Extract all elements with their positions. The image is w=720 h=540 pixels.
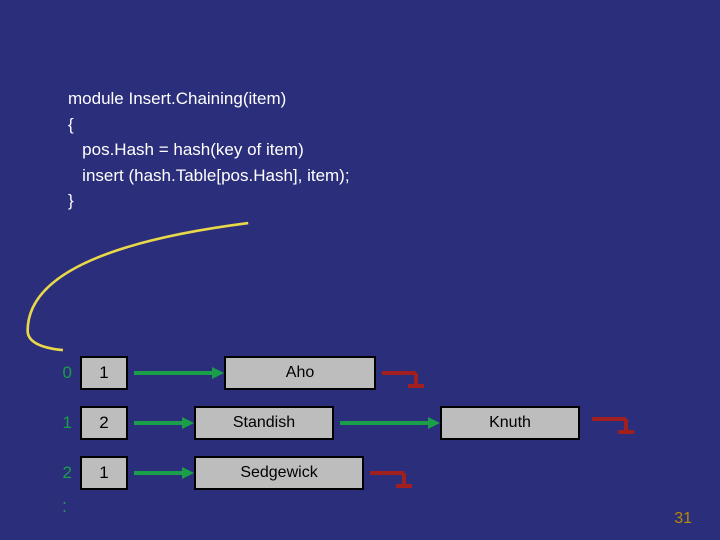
table-row: 0 1 Aho bbox=[52, 352, 586, 394]
null-pointer-icon bbox=[370, 456, 420, 490]
page-number: 31 bbox=[674, 510, 692, 528]
hash-table-diagram: 0 1 Aho 1 2 Standish Knuth bbox=[52, 352, 586, 502]
code-block: module Insert.Chaining(item) { pos.Hash … bbox=[68, 86, 350, 214]
table-row: 2 1 Sedgewick bbox=[52, 452, 586, 494]
null-pointer-icon bbox=[592, 402, 642, 436]
code-line: { bbox=[68, 112, 350, 138]
arrow-icon bbox=[340, 406, 440, 440]
row-index: 1 bbox=[52, 413, 72, 433]
name-cell: Standish bbox=[194, 406, 334, 440]
count-cell: 2 bbox=[80, 406, 128, 440]
code-line: module Insert.Chaining(item) bbox=[68, 86, 350, 112]
name-cell: Sedgewick bbox=[194, 456, 364, 490]
code-line: } bbox=[68, 188, 350, 214]
code-line: insert (hash.Table[pos.Hash], item); bbox=[68, 163, 350, 189]
table-row: 1 2 Standish Knuth bbox=[52, 402, 586, 444]
arrow-icon bbox=[134, 356, 224, 390]
arrow-icon bbox=[134, 406, 194, 440]
ellipsis: : bbox=[62, 502, 67, 510]
code-line: pos.Hash = hash(key of item) bbox=[68, 137, 350, 163]
null-pointer-icon bbox=[382, 356, 432, 390]
row-index: 2 bbox=[52, 463, 72, 483]
name-cell: Knuth bbox=[440, 406, 580, 440]
count-cell: 1 bbox=[80, 456, 128, 490]
row-index: 0 bbox=[52, 363, 72, 383]
curve-arrow bbox=[0, 216, 320, 366]
count-cell: 1 bbox=[80, 356, 128, 390]
name-cell: Aho bbox=[224, 356, 376, 390]
arrow-icon bbox=[134, 456, 194, 490]
